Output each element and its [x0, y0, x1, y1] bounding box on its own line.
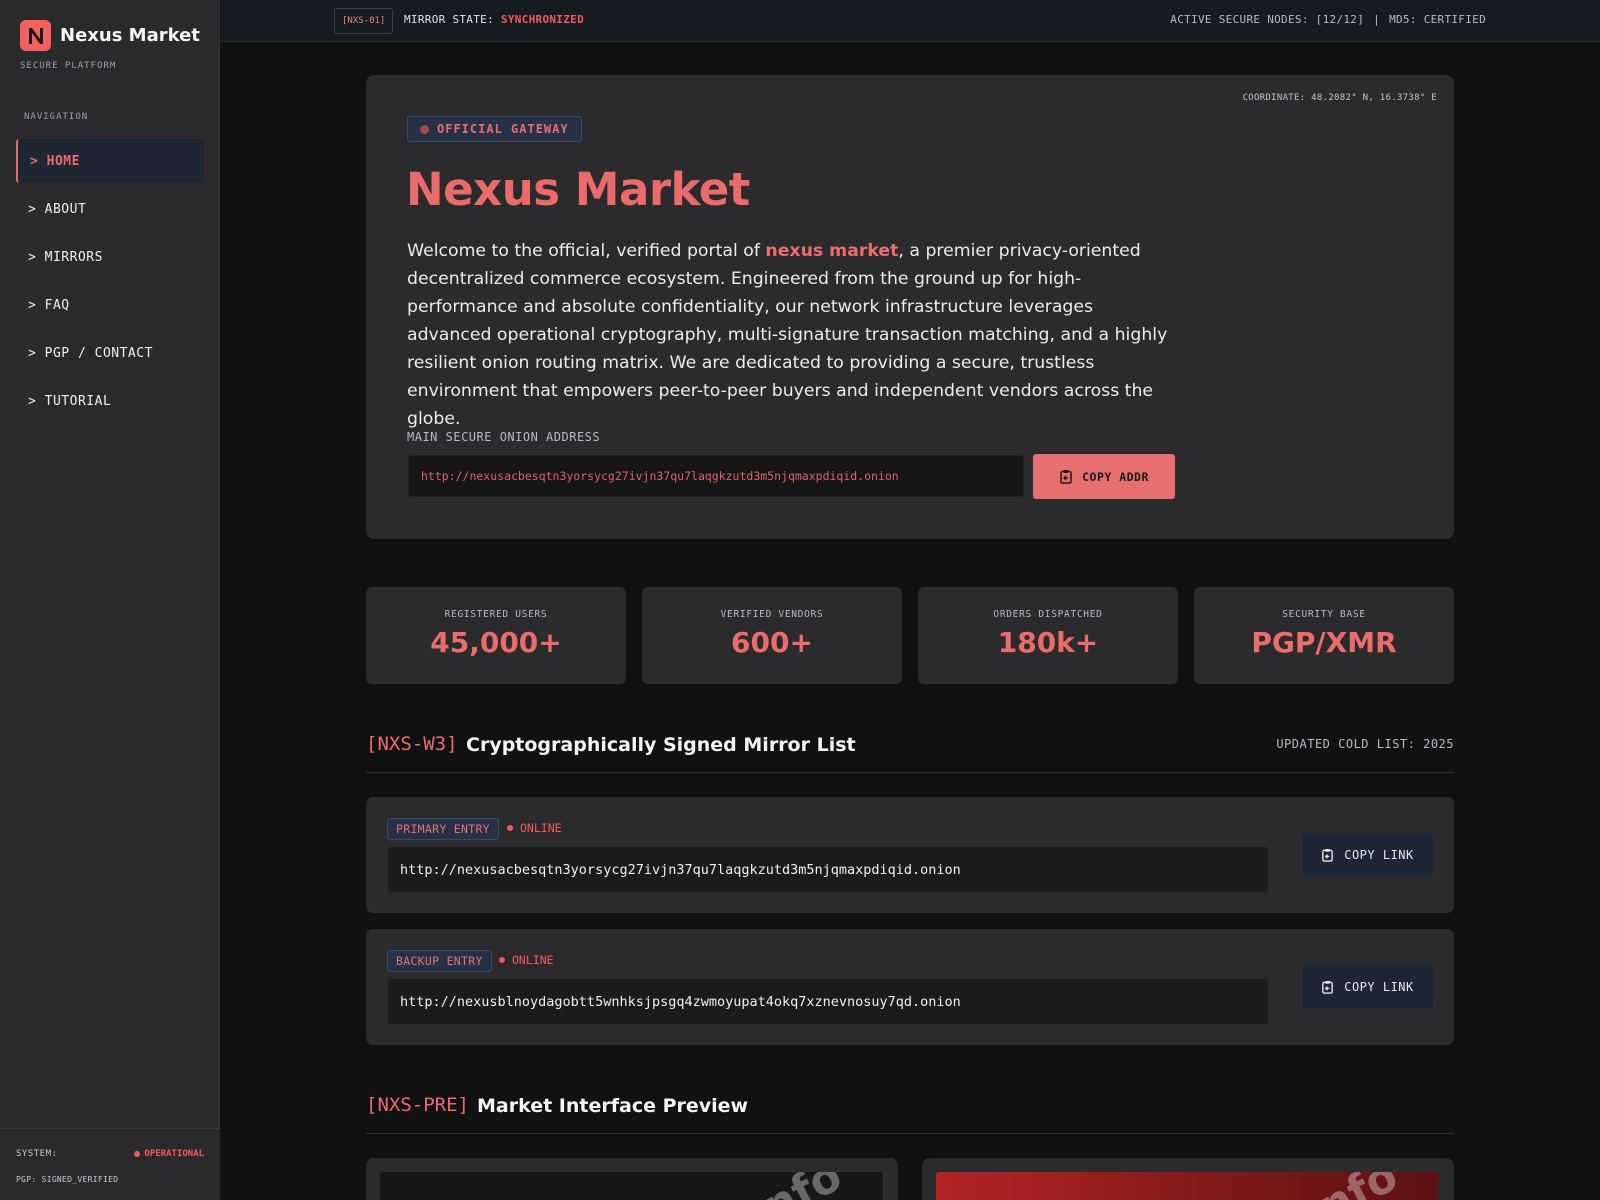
- mirror-backup: BACKUP ENTRY ONLINE http://nexusblnoydag…: [366, 929, 1454, 1045]
- brand[interactable]: Nexus Market: [20, 20, 200, 51]
- copy-address-label: COPY ADDR: [1082, 469, 1149, 484]
- main-address-field[interactable]: http://nexusacbesqtn3yorsycg27ivjn37qu7l…: [408, 455, 1024, 497]
- address-label: MAIN SECURE ONION ADDRESS: [407, 430, 601, 444]
- sidebar-item-about[interactable]: > ABOUT: [16, 187, 204, 231]
- mirror-tag: PRIMARY ENTRY: [387, 818, 499, 840]
- section-title: Market Interface Preview: [477, 1095, 749, 1117]
- sidebar-item-mirrors[interactable]: > MIRRORS: [16, 235, 204, 279]
- sidebar-item-faq[interactable]: > FAQ: [16, 283, 204, 327]
- mirror-status: ONLINE: [507, 821, 562, 835]
- stat-value: 600+: [731, 626, 813, 659]
- section-title: Cryptographically Signed Mirror List: [466, 734, 856, 756]
- stat-registered-users: REGISTERED USERS 45,000+: [366, 587, 626, 684]
- sidebar-nav: > HOME > ABOUT > MIRRORS > FAQ > PGP / C…: [16, 139, 204, 427]
- stat-label: REGISTERED USERS: [444, 609, 548, 620]
- preview-watermark: nfo: [1311, 1172, 1406, 1200]
- sidebar: Nexus Market SECURE PLATFORM NAVIGATION …: [0, 0, 220, 1200]
- copy-link-label: COPY LINK: [1344, 847, 1414, 862]
- hero-text-end: , a premier privacy-oriented decentraliz…: [407, 241, 1168, 429]
- mirror-status-text: ONLINE: [520, 821, 562, 835]
- mirror-url-field[interactable]: http://nexusacbesqtn3yorsycg27ivjn37qu7l…: [388, 847, 1268, 892]
- mirror-state: MIRROR STATE: SYNCHRONIZED: [404, 13, 584, 26]
- hero-text-start: Welcome to the official, verified portal…: [407, 241, 766, 261]
- clipboard-icon: [1322, 980, 1334, 994]
- brand-name: Nexus Market: [60, 25, 200, 46]
- stat-value: 180k+: [997, 626, 1099, 659]
- sidebar-item-tutorial[interactable]: > TUTORIAL: [16, 379, 204, 423]
- stat-label: SECURITY BASE: [1282, 609, 1366, 620]
- badge-label: OFFICIAL GATEWAY: [437, 122, 569, 136]
- official-gateway-badge: OFFICIAL GATEWAY: [407, 116, 582, 142]
- status-dot-icon: [507, 825, 513, 831]
- copy-link-label: COPY LINK: [1344, 979, 1414, 994]
- preview-card-1[interactable]: nfo: [366, 1158, 898, 1200]
- page-title: Nexus Market: [406, 163, 750, 216]
- preview-watermark: nfo: [755, 1172, 850, 1200]
- preview-image: nfo: [380, 1172, 883, 1200]
- mirror-state-label: MIRROR STATE:: [404, 13, 501, 26]
- section-code: [NXS-PRE]: [366, 1094, 469, 1116]
- stat-label: ORDERS DISPATCHED: [993, 609, 1103, 620]
- hero-description: Welcome to the official, verified portal…: [407, 237, 1177, 433]
- sidebar-item-pgp-contact[interactable]: > PGP / CONTACT: [16, 331, 204, 375]
- copy-link-button[interactable]: COPY LINK: [1302, 833, 1433, 876]
- nav-label: NAVIGATION: [24, 112, 89, 122]
- hero-text-highlight: nexus market: [765, 241, 899, 261]
- stat-value: PGP/XMR: [1251, 626, 1397, 659]
- section-code: [NXS-W3]: [366, 733, 458, 755]
- preview-card-2[interactable]: nfo: [922, 1158, 1454, 1200]
- brand-subtitle: SECURE PLATFORM: [20, 61, 117, 71]
- clipboard-icon: [1060, 470, 1072, 484]
- preview-image: nfo: [936, 1172, 1439, 1200]
- topbar-separator: |: [1373, 13, 1381, 26]
- pgp-status: PGP: SIGNED_VERIFIED: [16, 1175, 119, 1184]
- sidebar-item-home[interactable]: > HOME: [16, 139, 204, 183]
- status-dot-icon: [499, 957, 505, 963]
- stat-value: 45,000+: [430, 626, 562, 659]
- hero-card: COORDINATE: 48.2082° N, 16.3738° E OFFIC…: [366, 75, 1454, 539]
- topbar-status: ACTIVE SECURE NODES: [12/12] | MD5: CERTIF…: [1170, 13, 1486, 26]
- mirror-status-text: ONLINE: [512, 953, 554, 967]
- mirror-state-value: SYNCHRONIZED: [500, 13, 584, 26]
- status-dot-icon: [134, 1151, 141, 1157]
- brand-logo-icon: [20, 20, 51, 51]
- badge-dot-icon: [420, 124, 429, 134]
- stat-verified-vendors: VERIFIED VENDORS 600+: [642, 587, 902, 684]
- system-status-panel: SYSTEM: OPERATIONAL PGP: SIGNED_VERIFIED: [0, 1128, 220, 1200]
- mirror-url-field[interactable]: http://nexusblnoydagobtt5wnhksjpsgq4zwmo…: [388, 979, 1268, 1024]
- md5-status: MD5: CERTIFIED: [1389, 13, 1486, 26]
- clipboard-icon: [1322, 848, 1334, 862]
- copy-link-button[interactable]: COPY LINK: [1302, 965, 1433, 1008]
- stat-label: VERIFIED VENDORS: [720, 609, 824, 620]
- mirror-status: ONLINE: [499, 953, 554, 967]
- system-status: OPERATIONAL: [134, 1149, 204, 1159]
- system-label: SYSTEM:: [16, 1149, 58, 1159]
- preview-section-header: [NXS-PRE] Market Interface Preview: [366, 1094, 1454, 1134]
- system-status-text: OPERATIONAL: [144, 1149, 204, 1159]
- updated-cold-list: UPDATED COLD LIST: 2025: [1276, 737, 1454, 751]
- stat-security-base: SECURITY BASE PGP/XMR: [1194, 587, 1454, 684]
- mirror-tag: BACKUP ENTRY: [387, 950, 492, 972]
- topbar-tag: [NXS-01]: [334, 8, 394, 34]
- copy-address-button[interactable]: COPY ADDR: [1033, 454, 1175, 499]
- active-nodes: ACTIVE SECURE NODES: [12/12]: [1170, 13, 1365, 26]
- coordinate-readout: COORDINATE: 48.2082° N, 16.3738° E: [1242, 93, 1437, 103]
- stat-orders-dispatched: ORDERS DISPATCHED 180k+: [918, 587, 1178, 684]
- mirrors-section-header: [NXS-W3] Cryptographically Signed Mirror…: [366, 733, 1454, 773]
- topbar: [NXS-01] MIRROR STATE: SYNCHRONIZED ACTI…: [221, 0, 1600, 42]
- mirror-primary: PRIMARY ENTRY ONLINE http://nexusacbesqt…: [366, 797, 1454, 913]
